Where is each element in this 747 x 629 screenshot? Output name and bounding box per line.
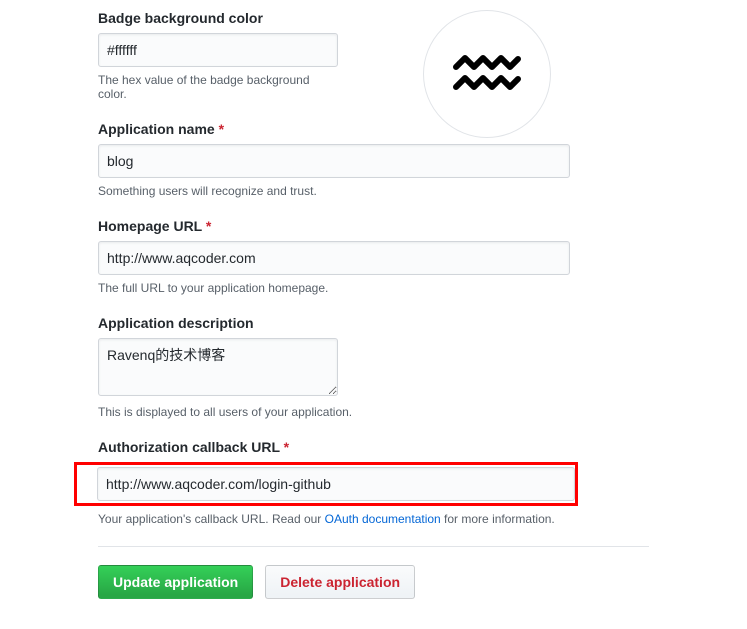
app-logo-circle[interactable] xyxy=(423,10,551,138)
app-description-textarea[interactable]: Ravenq的技术博客 xyxy=(98,338,338,396)
app-name-input[interactable] xyxy=(98,144,570,178)
homepage-url-help: The full URL to your application homepag… xyxy=(98,281,570,295)
callback-url-label: Authorization callback URL * xyxy=(98,439,570,455)
app-settings-form: Badge background color The hex value of … xyxy=(98,10,649,599)
aquarius-icon xyxy=(452,49,522,99)
required-marker: * xyxy=(219,121,224,137)
app-description-help: This is displayed to all users of your a… xyxy=(98,405,570,419)
badge-color-help: The hex value of the badge background co… xyxy=(98,73,338,101)
callback-url-help: Your application's callback URL. Read ou… xyxy=(98,512,658,526)
badge-color-input[interactable] xyxy=(98,33,338,67)
form-actions: Update application Delete application xyxy=(98,565,649,599)
callback-url-group: Authorization callback URL * Your applic… xyxy=(98,439,570,526)
divider xyxy=(98,546,649,547)
homepage-url-label: Homepage URL * xyxy=(98,218,570,234)
app-description-group: Application description Ravenq的技术博客 This… xyxy=(98,315,338,419)
required-marker: * xyxy=(206,218,211,234)
callback-highlight xyxy=(74,462,578,506)
delete-application-button[interactable]: Delete application xyxy=(265,565,415,599)
app-description-label: Application description xyxy=(98,315,338,331)
badge-color-label: Badge background color xyxy=(98,10,338,26)
callback-url-input[interactable] xyxy=(97,467,575,501)
homepage-url-group: Homepage URL * The full URL to your appl… xyxy=(98,218,570,295)
homepage-url-input[interactable] xyxy=(98,241,570,275)
app-name-help: Something users will recognize and trust… xyxy=(98,184,570,198)
oauth-docs-link[interactable]: OAuth documentation xyxy=(325,512,441,526)
required-marker: * xyxy=(284,439,289,455)
update-application-button[interactable]: Update application xyxy=(98,565,253,599)
badge-color-group: Badge background color The hex value of … xyxy=(98,10,338,101)
